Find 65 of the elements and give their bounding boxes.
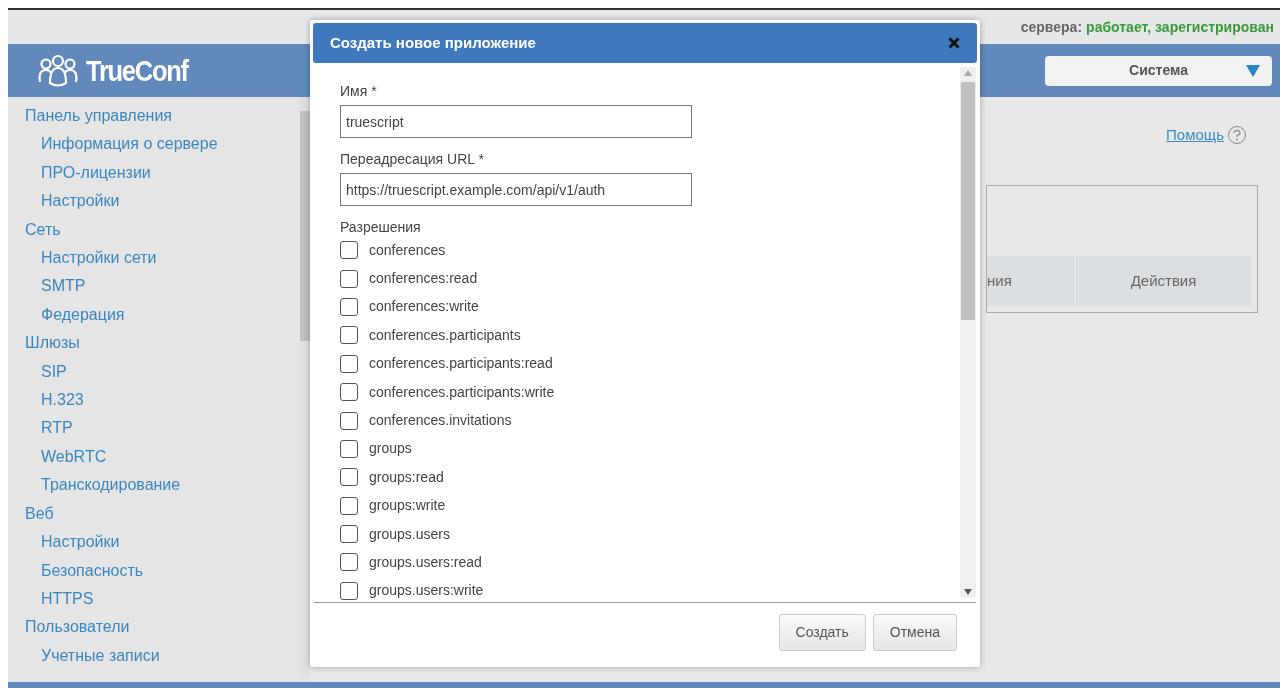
sidebar-item[interactable]: ПРО-лицензии [41,158,151,188]
dialog-button[interactable]: Отмена [872,614,957,651]
sidebar-item[interactable]: HTTPS [41,584,94,614]
sidebar-item[interactable]: SIP [41,357,67,387]
sidebar-item[interactable]: Настройки сети [41,244,157,273]
field-label: Имя * [340,83,377,100]
checkbox[interactable] [340,468,358,487]
sidebar-item[interactable]: H.323 [41,386,84,415]
sidebar-item[interactable]: Федерация [41,300,125,330]
checkbox[interactable] [340,269,358,288]
sidebar-item[interactable]: WebRTC [41,442,107,472]
checkbox[interactable] [340,297,358,316]
sidebar-section-link[interactable]: Шлюзы [25,329,80,358]
checkbox[interactable] [340,439,358,458]
sidebar-item[interactable]: Настройки [41,187,120,216]
sidebar-section-link[interactable]: Веб [25,499,54,529]
dialog-title: Создать новое приложение [330,32,536,53]
checkbox[interactable] [340,525,358,544]
checkbox[interactable] [340,553,358,572]
permission-label: conferences.participants [369,325,521,345]
sidebar-section-link[interactable]: Сеть [25,215,61,245]
scroll-down-icon[interactable] [964,589,972,595]
scroll-thumb[interactable] [961,82,975,320]
permission-label: conferences [369,240,446,260]
permission-label: conferences.invitations [369,411,512,431]
server-status-value: работает, зарегистрирован [1086,17,1274,37]
sidebar-item[interactable]: SMTP [41,272,86,301]
input-field[interactable]: truescript [340,105,692,138]
checkbox[interactable] [340,411,358,430]
permission-label: conferences.participants:read [369,354,553,374]
checkbox[interactable] [340,383,358,402]
checkbox[interactable] [340,354,358,373]
sidebar-item[interactable]: Информация о сервере [41,130,218,159]
permission-label: groups:read [369,467,444,487]
logo-text: TrueConf [86,53,188,89]
checkbox[interactable] [340,241,358,260]
permission-label: groups.users:read [369,553,482,572]
dialog-button[interactable]: Создать [778,614,866,651]
sidebar-item[interactable]: RTP [41,414,73,443]
section-dropdown[interactable]: Система [1045,55,1272,86]
permission-label: groups:write [369,496,446,516]
column-header: ния [987,270,1013,291]
checkbox[interactable] [340,496,358,515]
permission-label: groups.users [369,524,450,544]
field-label: Переадресация URL * [340,151,484,168]
sidebar-item[interactable]: Транскодирование [41,471,181,500]
checkbox[interactable] [340,581,358,600]
sidebar-section-link[interactable]: Пользователи [25,613,130,642]
server-status-label: сервера: [1020,17,1083,37]
column-header: Действия [1075,256,1251,306]
sidebar-item[interactable]: Настройки [41,528,120,557]
sidebar-section-link[interactable]: Панель управления [25,102,172,131]
permission-label: conferences:read [369,269,478,289]
permission-label: conferences:write [369,297,479,317]
sidebar-item[interactable]: Учетные записи [41,641,160,671]
help-link[interactable]: Помощь [1166,124,1224,147]
permission-label: conferences.participants:write [369,382,555,402]
input-field[interactable]: https://truescript.example.com/api/v1/auth [340,173,692,206]
permission-label: groups [369,439,412,459]
checkbox[interactable] [340,326,358,345]
permissions-label: Разрешения [340,219,421,236]
permission-label: groups.users:write [369,581,484,601]
scroll-thumb[interactable] [300,111,310,341]
close-icon[interactable] [948,37,960,49]
sidebar-item[interactable]: Безопасность [41,556,144,585]
